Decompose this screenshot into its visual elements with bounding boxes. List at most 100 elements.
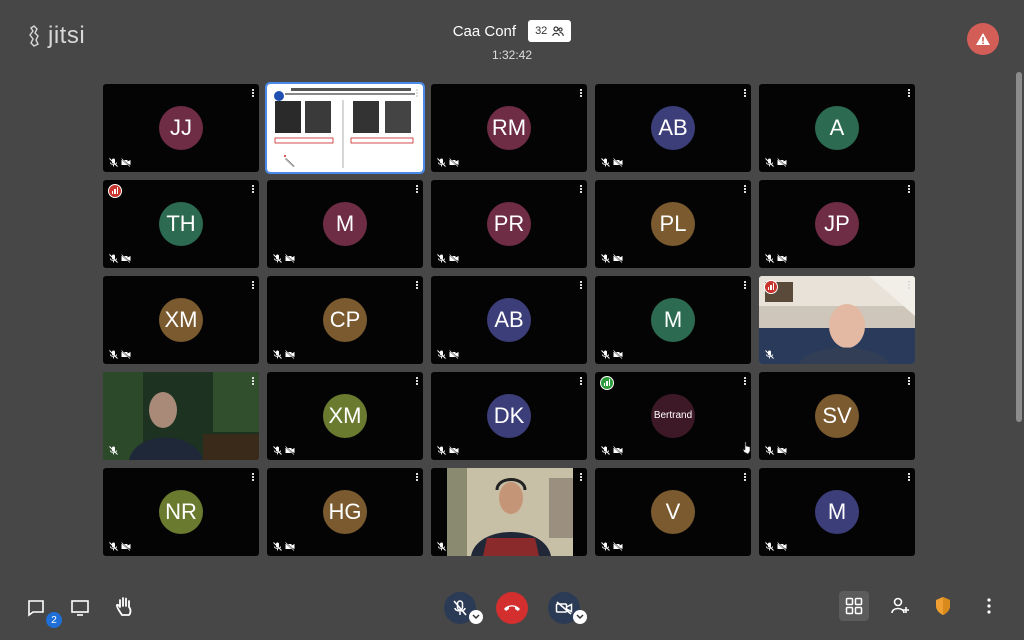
tile-status-icons	[109, 446, 118, 455]
participant-tile[interactable]: PL	[595, 180, 751, 268]
tile-status-icons	[437, 542, 446, 551]
add-participant-icon	[891, 597, 909, 614]
participant-tile[interactable]: XM	[103, 276, 259, 364]
connection-quality-icon[interactable]	[108, 184, 122, 198]
mic-muted-icon	[109, 446, 118, 455]
chat-button[interactable]	[24, 596, 48, 620]
camera-muted-icon	[121, 350, 131, 359]
tile-menu-icon[interactable]	[744, 377, 747, 385]
tile-menu-icon[interactable]	[416, 281, 419, 289]
tile-menu-icon[interactable]	[908, 89, 911, 97]
tile-status-icons	[109, 158, 131, 167]
participant-tile[interactable]: M	[595, 276, 751, 364]
tile-menu-icon[interactable]	[252, 185, 255, 193]
participant-tile[interactable]: V	[595, 468, 751, 556]
tile-menu-icon[interactable]	[416, 473, 419, 481]
participant-tile[interactable]: NR	[103, 468, 259, 556]
tile-grid-scrollbar[interactable]	[1016, 72, 1022, 422]
participant-count-badge[interactable]: 32	[528, 20, 572, 42]
participant-tile[interactable]: M	[267, 180, 423, 268]
participant-avatar: XM	[323, 394, 367, 438]
mic-muted-icon	[109, 350, 118, 359]
participant-tile[interactable]	[759, 276, 915, 364]
camera-muted-icon	[285, 350, 295, 359]
participant-tile[interactable]	[103, 372, 259, 460]
tile-menu-icon[interactable]	[580, 281, 583, 289]
participant-avatar: PL	[651, 202, 695, 246]
tile-status-icons	[273, 446, 295, 455]
mic-muted-icon	[273, 254, 282, 263]
tile-menu-icon[interactable]	[252, 89, 255, 97]
tile-view-button[interactable]	[839, 591, 869, 621]
tile-status-icons	[273, 158, 295, 167]
participant-tile[interactable]: SV	[759, 372, 915, 460]
participant-tile[interactable]: AB	[595, 84, 751, 172]
raise-hand-button[interactable]	[112, 594, 138, 620]
tile-status-icons	[601, 158, 623, 167]
tile-menu-icon[interactable]	[908, 185, 911, 193]
participant-tile[interactable]: JJ	[103, 84, 259, 172]
participant-tile[interactable]: Bertrand	[595, 372, 751, 460]
participant-tile[interactable]: PR	[431, 180, 587, 268]
tile-menu-icon[interactable]	[252, 473, 255, 481]
mic-muted-icon	[437, 158, 446, 167]
tile-status-icons	[601, 350, 623, 359]
tile-menu-icon[interactable]	[744, 89, 747, 97]
connection-quality-icon[interactable]	[600, 376, 614, 390]
participant-tile[interactable]: CP	[267, 276, 423, 364]
participant-tile[interactable]: A	[759, 84, 915, 172]
hangup-button[interactable]	[496, 592, 528, 624]
tile-menu-icon[interactable]	[744, 473, 747, 481]
camera-options-chevron[interactable]	[573, 610, 587, 624]
participant-tile[interactable]: RM	[431, 84, 587, 172]
invite-button[interactable]	[888, 594, 912, 618]
camera-muted-icon	[449, 254, 459, 263]
camera-muted-icon	[121, 542, 131, 551]
tile-status-icons	[765, 254, 787, 263]
participant-video	[431, 468, 587, 556]
camera-muted-icon	[449, 446, 459, 455]
participant-avatar: HG	[323, 490, 367, 534]
participant-tile[interactable]: HG	[267, 468, 423, 556]
tile-menu-icon[interactable]	[744, 185, 747, 193]
participant-tile[interactable]: DK	[431, 372, 587, 460]
mic-muted-icon	[601, 446, 610, 455]
tile-menu-icon[interactable]	[416, 185, 419, 193]
tile-menu-icon[interactable]	[580, 377, 583, 385]
participant-tile[interactable]: TH	[103, 180, 259, 268]
microphone-options-chevron[interactable]	[469, 610, 483, 624]
participant-tile[interactable]	[431, 468, 587, 556]
participant-tile[interactable]: M	[759, 468, 915, 556]
connection-warning-button[interactable]	[967, 23, 999, 55]
tile-status-icons	[601, 446, 623, 455]
tile-menu-icon[interactable]	[580, 89, 583, 97]
participant-tile[interactable]: JP	[759, 180, 915, 268]
tile-status-icons	[765, 542, 787, 551]
mic-muted-icon	[273, 350, 282, 359]
participant-tile[interactable]: AB	[431, 276, 587, 364]
tile-menu-icon[interactable]	[252, 377, 255, 385]
mic-muted-icon	[437, 446, 446, 455]
tile-menu-icon[interactable]	[416, 377, 419, 385]
tile-menu-icon[interactable]	[252, 281, 255, 289]
screenshare-button[interactable]	[68, 596, 92, 620]
camera-muted-icon	[285, 446, 295, 455]
tile-menu-icon[interactable]	[580, 185, 583, 193]
tile-menu-icon[interactable]	[580, 473, 583, 481]
more-vertical-icon	[987, 598, 991, 614]
mic-muted-icon	[109, 254, 118, 263]
participant-video	[103, 372, 259, 460]
tile-menu-icon[interactable]	[416, 89, 419, 97]
more-actions-button[interactable]	[978, 594, 1000, 618]
participant-tile[interactable]: XM	[267, 372, 423, 460]
connection-quality-icon[interactable]	[764, 280, 778, 294]
tile-status-icons	[765, 158, 787, 167]
tile-menu-icon[interactable]	[744, 281, 747, 289]
security-button[interactable]	[932, 594, 954, 618]
participant-tile[interactable]	[265, 82, 425, 174]
tile-menu-icon[interactable]	[908, 473, 911, 481]
tile-menu-icon[interactable]	[908, 377, 911, 385]
camera-muted-icon	[777, 254, 787, 263]
participant-avatar: M	[651, 298, 695, 342]
tile-menu-icon[interactable]	[908, 281, 911, 289]
